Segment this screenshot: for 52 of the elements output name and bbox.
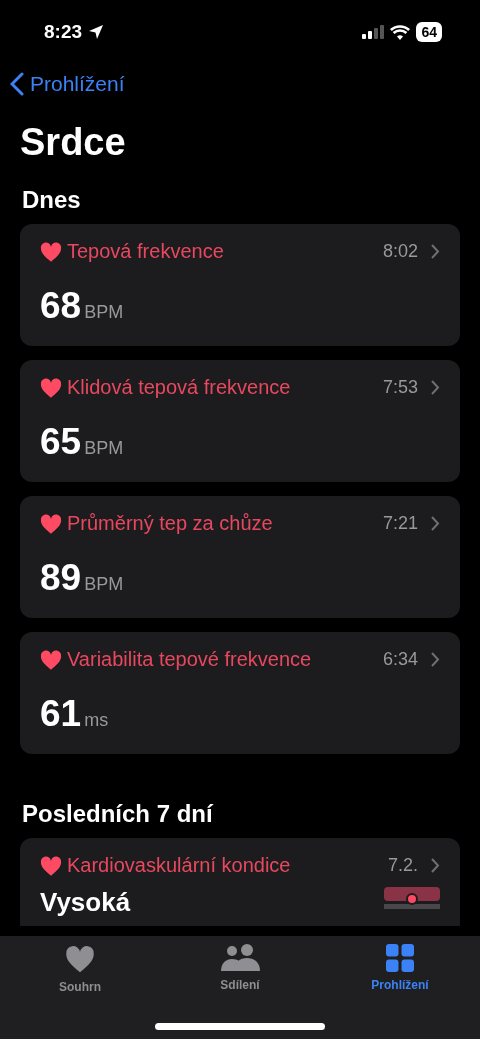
metric-unit: BPM xyxy=(84,574,124,594)
metric-unit: BPM xyxy=(84,302,124,322)
location-arrow-icon xyxy=(88,24,105,40)
wifi-icon xyxy=(390,24,411,40)
metric-title: Klidová tepová frekvence xyxy=(67,376,292,399)
heart-icon xyxy=(65,944,95,974)
signal-icon xyxy=(362,25,385,39)
metric-title: Průměrný tep za chůze xyxy=(67,512,274,535)
metric-card[interactable]: Kardiovaskulární kondice 7.2. Vysoká xyxy=(20,838,460,926)
chevron-icon xyxy=(431,858,440,873)
rating-meter-icon xyxy=(384,887,440,909)
heart-icon xyxy=(40,376,62,399)
chevron-icon xyxy=(431,516,440,531)
battery-level: 64 xyxy=(416,22,442,42)
heart-icon xyxy=(40,854,62,877)
tab[interactable]: Sdílení xyxy=(180,944,300,1004)
metric-card[interactable]: Průměrný tep za chůze 7:21 89 BPM xyxy=(20,496,460,618)
page-title: Srdce xyxy=(20,120,127,165)
tab[interactable]: Prohlížení xyxy=(340,944,460,1004)
status-time: 8:23 xyxy=(44,21,83,43)
metric-unit: BPM xyxy=(84,438,124,458)
chevron-icon xyxy=(431,380,440,395)
metric-value: 89 xyxy=(40,557,82,598)
metric-title: Tepová frekvence xyxy=(67,240,225,263)
section-heading: Posledních 7 dní xyxy=(22,799,215,829)
metric-card[interactable]: Variabilita tepové frekvence 6:34 61 ms xyxy=(20,632,460,754)
metric-time: 7.2. xyxy=(387,855,418,876)
metric-unit: ms xyxy=(84,710,109,730)
chevron-icon xyxy=(431,244,440,259)
heart-icon xyxy=(40,512,62,535)
metric-value: 68 xyxy=(40,285,82,326)
metric-card[interactable]: Klidová tepová frekvence 7:53 65 BPM xyxy=(20,360,460,482)
section-heading: Dnes xyxy=(22,185,82,215)
metric-title: Kardiovaskulární kondice xyxy=(67,854,292,877)
tab[interactable]: Souhrn xyxy=(20,944,140,1004)
metric-time: 7:21 xyxy=(382,513,418,534)
metric-value: 61 xyxy=(40,693,82,734)
grid-icon xyxy=(386,944,414,972)
back-chevron-icon xyxy=(10,72,24,96)
back-label[interactable]: Prohlížení xyxy=(30,72,125,96)
metric-time: 7:53 xyxy=(382,377,418,398)
metric-time: 8:02 xyxy=(382,241,418,262)
heart-icon xyxy=(40,648,62,671)
rating-value: Vysoká xyxy=(40,887,131,918)
back-link[interactable]: Prohlížení xyxy=(10,72,125,96)
metric-value: 65 xyxy=(40,421,82,462)
metric-card[interactable]: Tepová frekvence 8:02 68 BPM xyxy=(20,224,460,346)
metric-time: 6:34 xyxy=(382,649,418,670)
heart-icon xyxy=(40,240,62,263)
metric-title: Variabilita tepové frekvence xyxy=(67,648,313,671)
people-icon xyxy=(220,944,260,972)
chevron-icon xyxy=(431,652,440,667)
